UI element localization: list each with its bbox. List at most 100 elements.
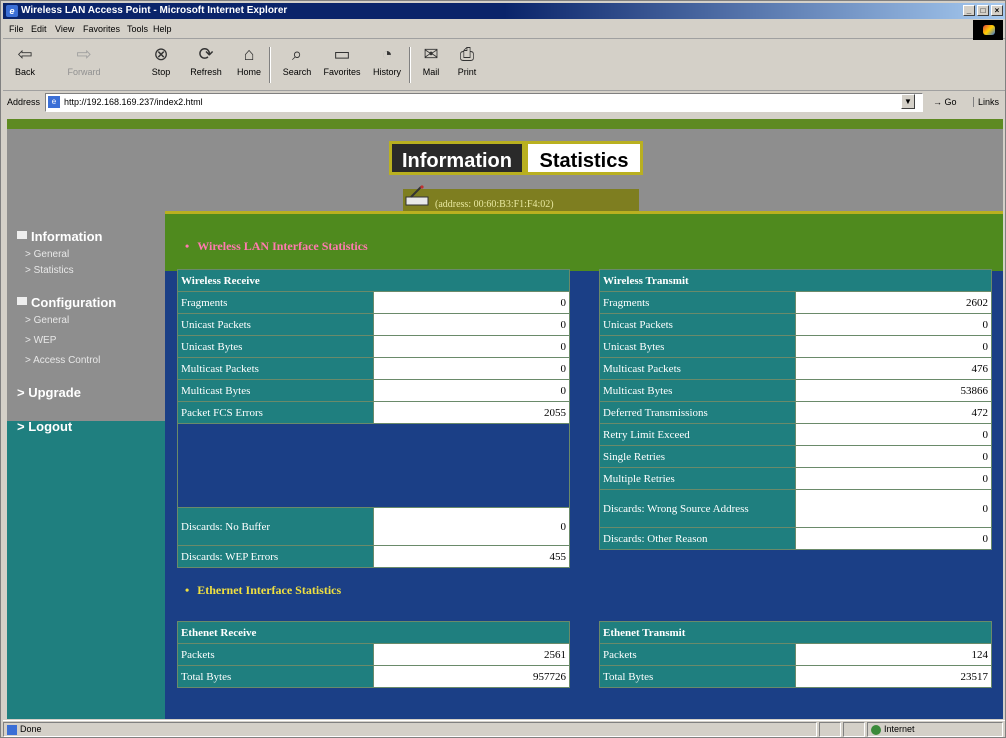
table-row: Multiple Retries 0 [599,467,992,490]
address-label: Address [7,97,41,107]
stat-value: 0 [373,291,570,314]
header-green-stripe [7,119,1003,129]
home-button[interactable]: ⌂ Home [235,43,263,77]
browser-window: e Wireless LAN Access Point - Microsoft … [0,0,1006,738]
stat-value: 0 [795,527,992,550]
stat-label: Multicast Bytes [599,379,796,402]
table-header: Ethenet Receive [177,621,570,644]
globe-icon [871,725,881,735]
table-header: Wireless Transmit [599,269,992,292]
stat-value: 0 [795,313,992,336]
menu-help[interactable]: Help [153,24,172,34]
main-content: • Wireless LAN Interface Statistics Wirel… [165,211,1003,719]
links-button[interactable]: Links [973,97,999,107]
table-row: Packets 2561 [177,643,570,666]
mac-address: (address: 00:60:B3:F1:F4:02) [435,199,554,210]
nav-logout[interactable]: > Logout [17,419,72,434]
address-input[interactable]: e http://192.168.169.237/index2.html [45,93,923,112]
table-row: Multicast Packets 0 [177,357,570,380]
table-row: Discards: Wrong Source Address 0 [599,489,992,528]
nav-info-general[interactable]: > General [25,249,69,260]
nav-config-general[interactable]: > General [25,315,69,326]
stop-icon: ⊗ [153,44,169,64]
windows-logo-icon [983,25,995,35]
stat-value: 476 [795,357,992,380]
home-icon: ⌂ [243,44,255,64]
tab-information[interactable]: Information [389,141,525,175]
nav-information[interactable]: Information [17,229,103,244]
nav-config-access-control[interactable]: > Access Control [25,355,100,366]
sidebar-nav: Information > General > Statistics Confi… [7,211,165,719]
stat-label: Packets [177,643,374,666]
web-page: Information Statistics (address: 00:60:B… [7,119,1003,719]
table-row: Total Bytes 957726 [177,665,570,688]
table-row: Unicast Packets 0 [177,313,570,336]
stat-label: Multiple Retries [599,467,796,490]
refresh-button[interactable]: ⟳ Refresh [189,43,223,77]
table-header: Ethenet Transmit [599,621,992,644]
table-row: Multicast Bytes 53866 [599,379,992,402]
stat-label: Packet FCS Errors [177,401,374,424]
stat-label: Deferred Transmissions [599,401,796,424]
menu-view[interactable]: View [55,24,74,34]
stat-value: 2561 [373,643,570,666]
go-button[interactable]: → Go [933,97,957,107]
stat-label: Retry Limit Exceed [599,423,796,446]
stat-value: 0 [373,507,570,546]
security-zone: Internet [867,722,1003,737]
table-header: Wireless Receive [177,269,570,292]
table-row: Packets 124 [599,643,992,666]
nav-config-wep[interactable]: > WEP [25,335,56,346]
stat-label: Discards: Other Reason [599,527,796,550]
stat-value: 0 [373,313,570,336]
mail-button[interactable]: ✉ Mail [417,43,445,77]
search-icon: ⌕ [291,44,303,64]
table-row: Total Bytes 23517 [599,665,992,688]
ethernet-section-title: • Ethernet Interface Statistics [185,583,342,597]
history-icon: ◔ [381,44,393,64]
stat-value: 957726 [373,665,570,688]
nav-configuration[interactable]: Configuration [17,295,116,310]
stop-button[interactable]: ⊗ Stop [149,43,173,77]
back-button[interactable]: ⇦ Back [9,43,41,77]
forward-button[interactable]: ⇨ Forward [63,43,105,77]
tab-statistics[interactable]: Statistics [525,141,643,175]
stat-label: Discards: Wrong Source Address [599,489,796,528]
menu-file[interactable]: File [9,24,24,34]
stat-label: Unicast Bytes [599,335,796,358]
search-button[interactable]: ⌕ Search [279,43,315,77]
stat-label: Total Bytes [599,665,796,688]
stat-label: Multicast Packets [177,357,374,380]
back-arrow-icon: ⇦ [17,44,33,64]
wireless-transmit-table: Wireless Transmit Fragments 2602 Unicast … [599,269,992,550]
history-button[interactable]: ◔ History [369,43,405,77]
stat-value: 472 [795,401,992,424]
stat-value: 0 [795,335,992,358]
forward-arrow-icon: ⇨ [76,44,92,64]
status-text: Done [3,722,817,737]
favorites-button[interactable]: ▭ Favorites [321,43,363,77]
stat-label: Fragments [599,291,796,314]
address-dropdown-button[interactable]: ▼ [901,94,915,109]
address-url[interactable]: http://192.168.169.237/index2.html [64,97,203,107]
status-panel [843,722,865,737]
menu-favorites[interactable]: Favorites [83,24,120,34]
page-header: Information Statistics (address: 00:60:B… [7,119,1003,213]
stat-label: Fragments [177,291,374,314]
stat-label: Multicast Bytes [177,379,374,402]
stat-label: Packets [599,643,796,666]
print-icon: ⎙ [459,44,475,64]
nav-info-statistics[interactable]: > Statistics [25,265,74,276]
stat-label: Total Bytes [177,665,374,688]
menu-edit[interactable]: Edit [31,24,47,34]
close-button[interactable]: × [991,5,1003,16]
minimize-button[interactable]: _ [963,5,975,16]
nav-upgrade[interactable]: > Upgrade [17,385,81,400]
table-row: Unicast Bytes 0 [177,335,570,358]
menu-tools[interactable]: Tools [127,24,148,34]
maximize-button[interactable]: □ [977,5,989,16]
stat-label: Multicast Packets [599,357,796,380]
bullet-icon: • [185,239,190,253]
print-button[interactable]: ⎙ Print [453,43,481,77]
toolbar-separator [409,47,411,83]
